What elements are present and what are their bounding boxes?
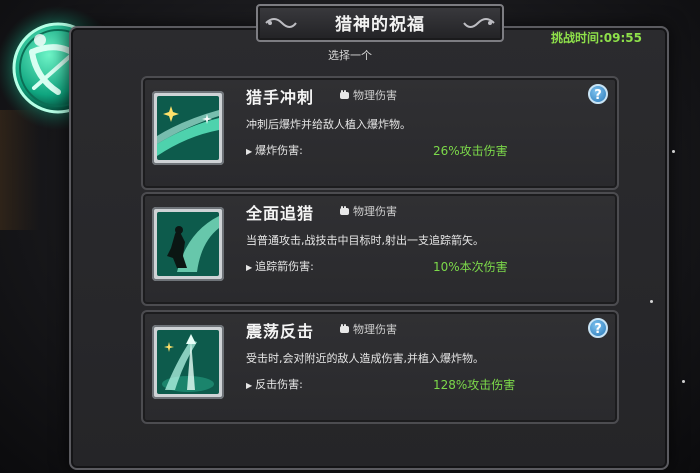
stat-value: 128%攻击伤害 [433,378,516,392]
blessing-description: 冲刺后爆炸并给敌人植入爆炸物。 [246,118,411,131]
damage-type-label: 物理伤害 [353,323,397,336]
stat-label-text: 反击伤害: [255,378,303,391]
blessing-name: 全面追猎 [246,204,315,223]
damage-type-label: 物理伤害 [353,89,397,102]
challenge-timer: 挑战时间:09:55 [551,31,642,45]
fist-icon [340,324,349,333]
blessing-description: 当普通攻击,战技击中目标时,射出一支追踪箭矢。 [246,234,484,247]
blessing-description: 受击时,会对附近的敌人造成伤害,并植入爆炸物。 [246,352,484,365]
dash-skill-icon [157,96,219,160]
stat-value: 26%攻击伤害 [433,144,508,158]
blessing-card-hunter-dash[interactable]: 猎手冲刺 物理伤害 ? 冲刺后爆炸并给敌人植入爆炸物。 ▶ 爆炸伤害: 26%攻击… [141,76,619,190]
damage-type-label: 物理伤害 [353,205,397,218]
stat-label-text: 追踪箭伤害: [255,260,314,273]
fist-icon [340,90,349,99]
counter-arrows-icon [157,330,219,394]
fist-icon [340,206,349,215]
skill-icon-frame [152,207,224,281]
blessing-card-shock-counter[interactable]: 震荡反击 物理伤害 ? 受击时,会对附近的敌人造成伤害,并植入爆炸物。 ▶ 反击伤… [141,310,619,424]
sparkle [682,380,685,383]
sparkle [650,300,653,303]
hunter-silhouette-icon [157,212,219,276]
help-button[interactable]: ? [588,84,608,104]
help-button[interactable]: ? [588,318,608,338]
stat-label: ▶ 爆炸伤害: [246,142,303,158]
stat-value: 10%本次伤害 [433,260,508,274]
title-plate: 猎神的祝福 [256,4,504,42]
blessing-name: 猎手冲刺 [246,88,315,107]
sparkle [672,150,675,153]
stat-label-text: 爆炸伤害: [255,144,303,157]
bullet-arrow-icon: ▶ [246,381,253,390]
bullet-arrow-icon: ▶ [246,147,253,156]
stat-label: ▶ 追踪箭伤害: [246,258,314,274]
skill-icon-frame [152,325,224,399]
blessing-name: 震荡反击 [246,322,315,341]
blessing-card-full-hunt[interactable]: 全面追猎 物理伤害 当普通攻击,战技击中目标时,射出一支追踪箭矢。 ▶ 追踪箭伤害… [141,192,619,306]
choose-prompt: 选择一个 [328,49,372,62]
skill-icon-frame [152,91,224,165]
bullet-arrow-icon: ▶ [246,263,253,272]
stat-label: ▶ 反击伤害: [246,376,303,392]
ornament-icon [463,18,495,28]
